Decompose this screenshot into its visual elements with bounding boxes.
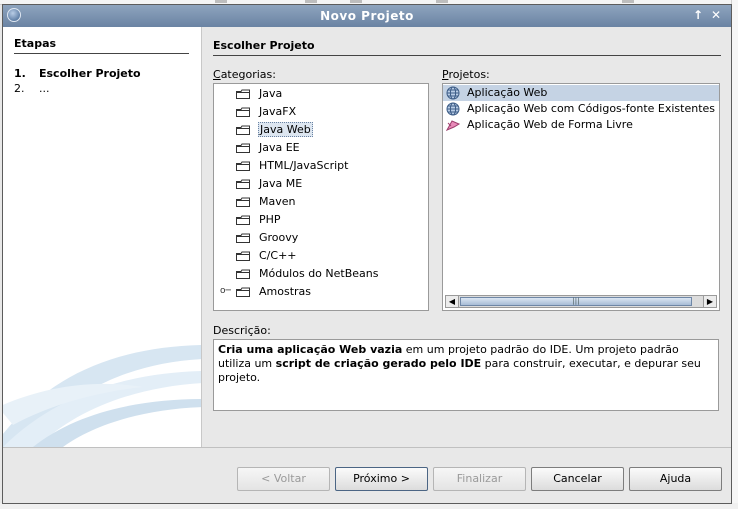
projects-list[interactable]: Aplicação Web Aplicação Web com Códigos-… [442, 83, 720, 311]
category-label: HTML/JavaScript [259, 159, 349, 172]
categories-label: Categorias: [213, 68, 276, 81]
main-panel: Escolher Projeto Categorias: Projetos: J… [213, 27, 723, 447]
next-button[interactable]: Próximo > [335, 467, 428, 491]
category-item[interactable]: Módulos do NetBeans [214, 265, 428, 283]
category-item[interactable]: JavaFX [214, 103, 428, 121]
footer-divider [3, 447, 731, 448]
category-item[interactable]: Java EE [214, 139, 428, 157]
cancel-button[interactable]: Cancelar [531, 467, 624, 491]
background-tab [436, 0, 448, 3]
category-item[interactable]: Java [214, 85, 428, 103]
category-item[interactable]: C/C++ [214, 247, 428, 265]
category-label: Java [259, 87, 283, 100]
step-number: 1. [14, 67, 26, 80]
categories-tree[interactable]: Java JavaFX Java Web Java EE HTML/JavaSc… [213, 83, 429, 311]
steps-divider [14, 53, 189, 54]
background-window-edge [731, 0, 738, 509]
background-tab [622, 0, 634, 3]
label-text: rojetos: [448, 68, 490, 81]
category-item-selected[interactable]: Java Web [214, 121, 428, 139]
label-text: ategorias: [220, 68, 276, 81]
panel-heading: Escolher Projeto [213, 39, 315, 52]
folder-icon [236, 125, 250, 135]
folder-icon [236, 179, 250, 189]
free-form-icon [446, 120, 460, 131]
description-box: Cria uma aplicação Web vazia em um proje… [213, 339, 719, 411]
scroll-thumb[interactable]: ||| [460, 297, 692, 306]
folder-icon [236, 161, 250, 171]
folder-icon [236, 89, 250, 99]
category-item[interactable]: HTML/JavaScript [214, 157, 428, 175]
category-label: Java ME [259, 177, 303, 190]
scroll-left-arrow-icon[interactable]: ◀ [446, 296, 459, 307]
project-item-selected[interactable]: Aplicação Web [443, 85, 719, 101]
project-label: Aplicação Web de Forma Livre [467, 118, 633, 131]
folder-icon [236, 287, 250, 297]
scroll-right-arrow-icon[interactable]: ▶ [703, 296, 716, 307]
step-item-1: 1. Escolher Projeto [14, 67, 141, 80]
category-item[interactable]: PHP [214, 211, 428, 229]
expand-handle-icon[interactable]: o─ [220, 286, 231, 296]
category-label: Amostras [259, 285, 312, 298]
heading-divider [213, 55, 721, 56]
step-number: 2. [14, 82, 25, 95]
finish-button[interactable]: Finalizar [433, 467, 526, 491]
projects-horizontal-scrollbar[interactable]: ◀ ||| ▶ [445, 295, 717, 308]
mnemonic-char: C [213, 68, 221, 81]
category-item[interactable]: Java ME [214, 175, 428, 193]
project-item[interactable]: Aplicação Web com Códigos-fonte Existent… [443, 101, 719, 117]
project-label: Aplicação Web com Códigos-fonte Existent… [467, 102, 716, 115]
new-project-dialog: Novo Projeto ↑ ✕ Etapas 1. Escolher Proje… [2, 4, 732, 504]
background-tab [215, 0, 227, 3]
step-item-2: 2.... [14, 82, 50, 95]
maximize-button[interactable]: ↑ [693, 8, 703, 22]
step-label: ... [39, 82, 50, 95]
folder-icon [236, 143, 250, 153]
project-label: Aplicação Web [467, 86, 548, 99]
steps-heading: Etapas [14, 37, 57, 50]
category-label: JavaFX [259, 105, 297, 118]
step-label: Escolher Projeto [39, 67, 141, 80]
projects-label: Projetos: [442, 68, 490, 81]
background-tab [350, 0, 362, 3]
globe-icon [446, 86, 460, 100]
folder-icon [236, 251, 250, 261]
decorative-swoosh-graphic [3, 345, 201, 447]
back-button[interactable]: < Voltar [237, 467, 330, 491]
category-label: Maven [259, 195, 296, 208]
category-item[interactable]: Maven [214, 193, 428, 211]
category-label: PHP [259, 213, 281, 226]
folder-icon [236, 269, 250, 279]
background-tab [305, 0, 317, 3]
category-item[interactable]: Groovy [214, 229, 428, 247]
folder-icon [236, 233, 250, 243]
title-bar[interactable]: Novo Projeto ↑ ✕ [3, 5, 731, 27]
folder-icon [236, 197, 250, 207]
category-label: C/C++ [259, 249, 297, 262]
category-label: Java EE [259, 141, 300, 154]
category-item-expandable[interactable]: o─ Amostras [214, 283, 428, 301]
close-button[interactable]: ✕ [711, 8, 721, 22]
folder-icon [236, 107, 250, 117]
steps-panel: Etapas 1. Escolher Projeto 2.... [3, 27, 202, 447]
description-bold: Cria uma aplicação Web vazia [218, 343, 403, 356]
category-label: Módulos do NetBeans [259, 267, 379, 280]
description-label: Descrição: [213, 324, 271, 337]
folder-icon [236, 215, 250, 225]
category-label: Java Web [258, 122, 313, 137]
help-button[interactable]: Ajuda [629, 467, 722, 491]
window-title: Novo Projeto [320, 9, 414, 23]
description-bold: script de criação gerado pelo IDE [275, 357, 482, 370]
category-label: Groovy [259, 231, 299, 244]
globe-icon [446, 102, 460, 116]
project-item[interactable]: Aplicação Web de Forma Livre [443, 117, 719, 133]
